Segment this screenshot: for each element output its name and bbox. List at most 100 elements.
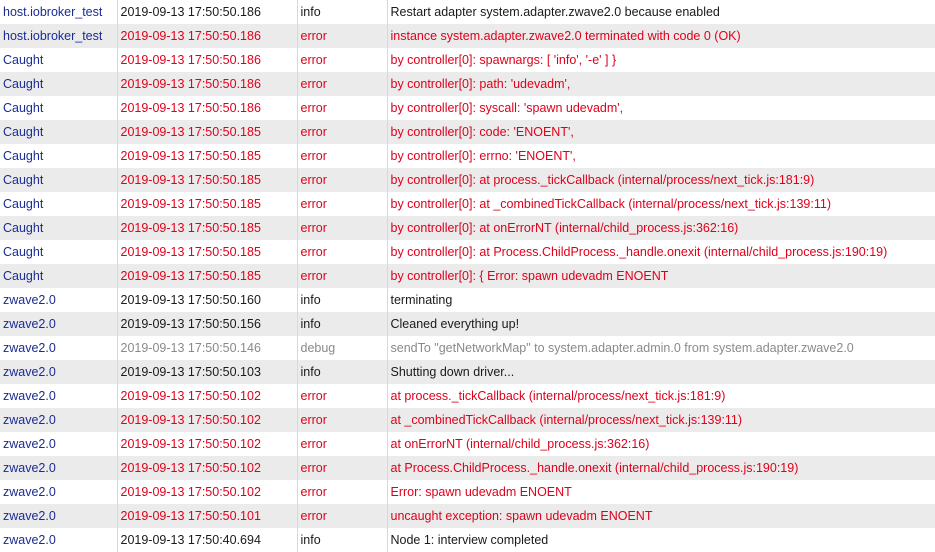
log-message: Node 1: interview completed <box>387 528 935 552</box>
log-message: at Process.ChildProcess._handle.onexit (… <box>387 456 935 480</box>
log-level: error <box>297 72 388 96</box>
log-message: Cleaned everything up! <box>387 312 935 336</box>
log-source: host.iobroker_test <box>0 0 118 24</box>
log-level: error <box>297 48 388 72</box>
log-source: Caught <box>0 72 118 96</box>
log-table: host.iobroker_test 2019-09-13 17:50:50.1… <box>0 0 935 552</box>
log-level: error <box>297 480 388 504</box>
log-source: Caught <box>0 96 118 120</box>
log-row[interactable]: Caught 2019-09-13 17:50:50.186 error by … <box>0 48 935 72</box>
log-message: by controller[0]: at Process.ChildProces… <box>387 240 935 264</box>
log-row[interactable]: zwave2.0 2019-09-13 17:50:50.102 error E… <box>0 480 935 504</box>
log-row[interactable]: Caught 2019-09-13 17:50:50.185 error by … <box>0 144 935 168</box>
log-time: 2019-09-13 17:50:50.186 <box>117 24 298 48</box>
log-message: sendTo "getNetworkMap" to system.adapter… <box>387 336 935 360</box>
log-source: zwave2.0 <box>0 528 118 552</box>
log-row[interactable]: Caught 2019-09-13 17:50:50.185 error by … <box>0 240 935 264</box>
log-time: 2019-09-13 17:50:50.185 <box>117 192 298 216</box>
log-source: zwave2.0 <box>0 336 118 360</box>
log-row[interactable]: zwave2.0 2019-09-13 17:50:50.102 error a… <box>0 432 935 456</box>
log-table-body: host.iobroker_test 2019-09-13 17:50:50.1… <box>0 0 935 552</box>
log-message: by controller[0]: at process._tickCallba… <box>387 168 935 192</box>
log-level: error <box>297 120 388 144</box>
log-message: at onErrorNT (internal/child_process.js:… <box>387 432 935 456</box>
log-row[interactable]: Caught 2019-09-13 17:50:50.185 error by … <box>0 168 935 192</box>
log-source: Caught <box>0 216 118 240</box>
log-time: 2019-09-13 17:50:50.185 <box>117 240 298 264</box>
log-source: Caught <box>0 192 118 216</box>
log-time: 2019-09-13 17:50:50.186 <box>117 96 298 120</box>
log-level: error <box>297 264 388 288</box>
log-level: error <box>297 456 388 480</box>
log-message: instance system.adapter.zwave2.0 termina… <box>387 24 935 48</box>
log-row[interactable]: host.iobroker_test 2019-09-13 17:50:50.1… <box>0 24 935 48</box>
log-row[interactable]: Caught 2019-09-13 17:50:50.186 error by … <box>0 96 935 120</box>
log-row[interactable]: zwave2.0 2019-09-13 17:50:50.101 error u… <box>0 504 935 528</box>
log-source: zwave2.0 <box>0 408 118 432</box>
log-source: Caught <box>0 144 118 168</box>
log-level: error <box>297 168 388 192</box>
log-message: at _combinedTickCallback (internal/proce… <box>387 408 935 432</box>
log-row[interactable]: zwave2.0 2019-09-13 17:50:50.103 info Sh… <box>0 360 935 384</box>
log-source: zwave2.0 <box>0 456 118 480</box>
log-level: info <box>297 288 388 312</box>
log-level: error <box>297 384 388 408</box>
log-source: zwave2.0 <box>0 432 118 456</box>
log-time: 2019-09-13 17:50:50.185 <box>117 144 298 168</box>
log-message: by controller[0]: code: 'ENOENT', <box>387 120 935 144</box>
log-message: Restart adapter system.adapter.zwave2.0 … <box>387 0 935 24</box>
log-source: zwave2.0 <box>0 384 118 408</box>
log-message: uncaught exception: spawn udevadm ENOENT <box>387 504 935 528</box>
log-row[interactable]: zwave2.0 2019-09-13 17:50:50.102 error a… <box>0 384 935 408</box>
log-time: 2019-09-13 17:50:40.694 <box>117 528 298 552</box>
log-row[interactable]: zwave2.0 2019-09-13 17:50:50.146 debug s… <box>0 336 935 360</box>
log-message: by controller[0]: syscall: 'spawn udevad… <box>387 96 935 120</box>
log-message: by controller[0]: errno: 'ENOENT', <box>387 144 935 168</box>
log-level: debug <box>297 336 388 360</box>
log-message: by controller[0]: at onErrorNT (internal… <box>387 216 935 240</box>
log-row[interactable]: zwave2.0 2019-09-13 17:50:50.102 error a… <box>0 456 935 480</box>
log-message: by controller[0]: { Error: spawn udevadm… <box>387 264 935 288</box>
log-row[interactable]: zwave2.0 2019-09-13 17:50:50.160 info te… <box>0 288 935 312</box>
log-source: zwave2.0 <box>0 312 118 336</box>
log-source: Caught <box>0 240 118 264</box>
log-time: 2019-09-13 17:50:50.146 <box>117 336 298 360</box>
log-time: 2019-09-13 17:50:50.185 <box>117 168 298 192</box>
log-level: error <box>297 240 388 264</box>
log-row[interactable]: Caught 2019-09-13 17:50:50.186 error by … <box>0 72 935 96</box>
log-source: Caught <box>0 48 118 72</box>
log-message: Error: spawn udevadm ENOENT <box>387 480 935 504</box>
log-level: error <box>297 216 388 240</box>
log-level: error <box>297 504 388 528</box>
log-time: 2019-09-13 17:50:50.102 <box>117 384 298 408</box>
log-source: zwave2.0 <box>0 360 118 384</box>
log-message: terminating <box>387 288 935 312</box>
log-level: error <box>297 432 388 456</box>
log-source: Caught <box>0 264 118 288</box>
log-time: 2019-09-13 17:50:50.102 <box>117 432 298 456</box>
log-source: Caught <box>0 120 118 144</box>
log-source: host.iobroker_test <box>0 24 118 48</box>
log-row[interactable]: Caught 2019-09-13 17:50:50.185 error by … <box>0 264 935 288</box>
log-time: 2019-09-13 17:50:50.186 <box>117 72 298 96</box>
log-row[interactable]: zwave2.0 2019-09-13 17:50:40.694 info No… <box>0 528 935 552</box>
log-level: error <box>297 24 388 48</box>
log-message: by controller[0]: at _combinedTickCallba… <box>387 192 935 216</box>
log-level: error <box>297 96 388 120</box>
log-time: 2019-09-13 17:50:50.185 <box>117 120 298 144</box>
log-row[interactable]: Caught 2019-09-13 17:50:50.185 error by … <box>0 216 935 240</box>
log-source: zwave2.0 <box>0 480 118 504</box>
log-message: by controller[0]: spawnargs: [ 'info', '… <box>387 48 935 72</box>
log-level: info <box>297 528 388 552</box>
log-message: by controller[0]: path: 'udevadm', <box>387 72 935 96</box>
log-source: zwave2.0 <box>0 504 118 528</box>
log-level: error <box>297 144 388 168</box>
log-row[interactable]: host.iobroker_test 2019-09-13 17:50:50.1… <box>0 0 935 24</box>
log-time: 2019-09-13 17:50:50.102 <box>117 480 298 504</box>
log-source: Caught <box>0 168 118 192</box>
log-row[interactable]: Caught 2019-09-13 17:50:50.185 error by … <box>0 192 935 216</box>
log-level: error <box>297 408 388 432</box>
log-row[interactable]: zwave2.0 2019-09-13 17:50:50.156 info Cl… <box>0 312 935 336</box>
log-row[interactable]: zwave2.0 2019-09-13 17:50:50.102 error a… <box>0 408 935 432</box>
log-row[interactable]: Caught 2019-09-13 17:50:50.185 error by … <box>0 120 935 144</box>
